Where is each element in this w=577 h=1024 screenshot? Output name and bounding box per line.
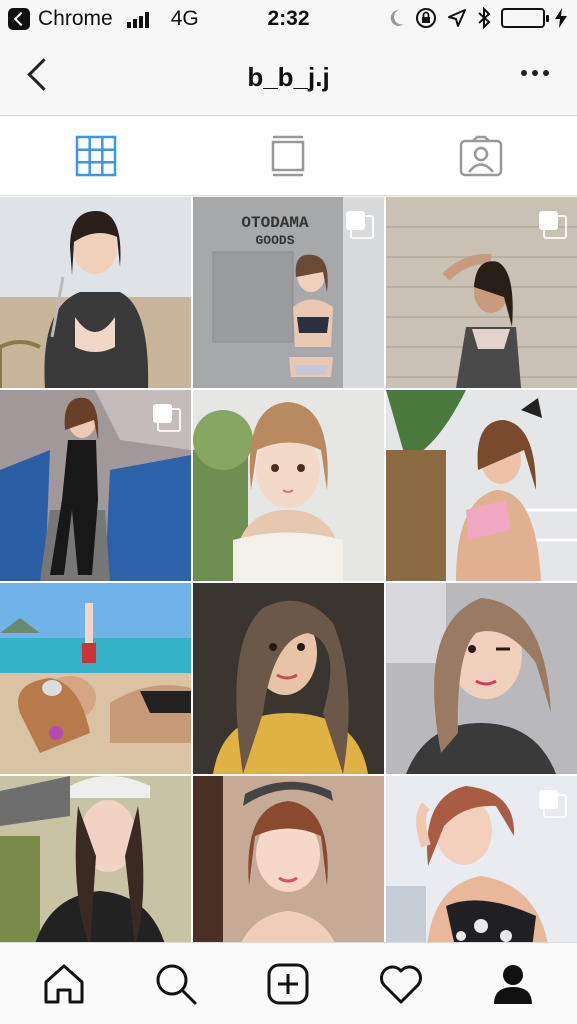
bluetooth-icon — [478, 7, 491, 29]
rotation-lock-icon — [416, 8, 436, 28]
posts-grid: OTODAMA GOODS — [0, 197, 577, 942]
sign-text-line2: GOODS — [255, 233, 294, 248]
post-thumbnail[interactable] — [386, 776, 577, 942]
post-photo — [0, 583, 191, 774]
bottom-navigation — [0, 942, 577, 1024]
multiple-photos-icon — [539, 211, 567, 239]
sign-text-line1: OTODAMA — [241, 214, 309, 232]
post-thumbnail[interactable] — [0, 197, 191, 388]
nav-activity[interactable] — [371, 954, 431, 1014]
post-thumbnail[interactable] — [386, 583, 577, 774]
post-thumbnail[interactable] — [193, 583, 384, 774]
charging-bolt-icon — [555, 8, 567, 28]
signal-strength-icon — [126, 10, 149, 28]
post-photo — [193, 583, 384, 774]
post-photo — [386, 583, 577, 774]
location-icon — [448, 9, 466, 27]
post-thumbnail[interactable]: OTODAMA GOODS — [193, 197, 384, 388]
post-thumbnail[interactable] — [193, 390, 384, 581]
profile-view-tabs — [0, 117, 577, 196]
multiple-photos-icon — [346, 211, 374, 239]
post-thumbnail[interactable] — [0, 390, 191, 581]
status-left: Chrome 4G — [8, 7, 199, 31]
post-photo — [0, 197, 191, 388]
nav-profile[interactable] — [483, 954, 543, 1014]
nav-home[interactable] — [34, 954, 94, 1014]
tab-grid-view[interactable] — [0, 117, 192, 195]
nav-search[interactable] — [146, 954, 206, 1014]
multiple-photos-icon — [153, 404, 181, 432]
home-icon — [44, 964, 84, 1003]
post-photo — [193, 390, 384, 581]
search-icon — [156, 964, 197, 1004]
post-thumbnail[interactable] — [0, 583, 191, 774]
more-dot — [543, 70, 549, 76]
profile-header: b_b_j.j — [0, 38, 577, 116]
grid-icon — [75, 135, 117, 177]
more-options-button[interactable] — [521, 70, 549, 76]
status-right — [387, 7, 567, 29]
network-label: 4G — [170, 7, 199, 30]
status-bar: Chrome 4G 2:32 — [0, 0, 577, 38]
post-photo — [193, 776, 384, 942]
back-to-app-icon[interactable] — [8, 8, 30, 30]
moon-icon — [390, 9, 404, 26]
nav-new-post[interactable] — [258, 954, 318, 1014]
multiple-photos-icon — [539, 790, 567, 818]
post-thumbnail[interactable] — [193, 776, 384, 942]
post-thumbnail[interactable] — [386, 197, 577, 388]
post-thumbnail[interactable] — [0, 776, 191, 942]
back-button[interactable] — [22, 58, 52, 92]
profile-icon — [493, 964, 532, 1004]
heart-icon — [379, 965, 422, 1003]
post-photo — [386, 390, 577, 581]
feed-icon — [272, 135, 305, 177]
more-dot — [532, 70, 538, 76]
battery-icon — [501, 8, 549, 28]
post-thumbnail[interactable] — [386, 390, 577, 581]
tab-tagged-view[interactable] — [385, 117, 577, 195]
tagged-person-icon — [459, 135, 503, 177]
profile-username: b_b_j.j — [247, 62, 330, 92]
post-photo — [0, 776, 191, 942]
add-post-icon — [267, 963, 309, 1004]
carrier-label: Chrome — [38, 7, 113, 30]
tab-feed-view[interactable] — [192, 117, 384, 195]
more-dot — [521, 70, 527, 76]
